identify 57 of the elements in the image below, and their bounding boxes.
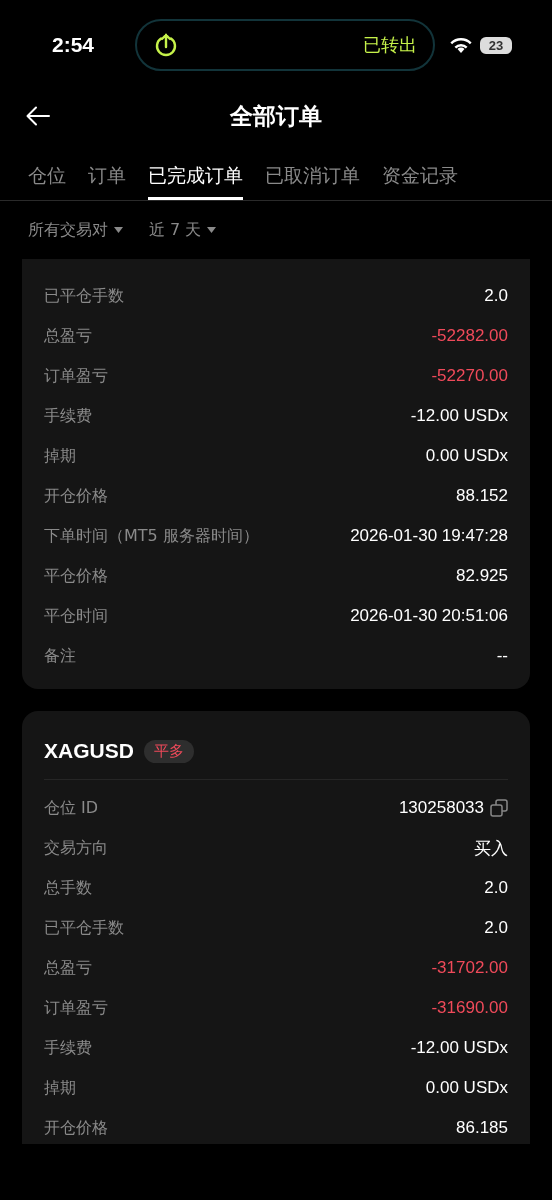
field-value: -- xyxy=(496,646,508,666)
field-value: 2.0 xyxy=(484,286,508,306)
tab[interactable]: 资金记录 xyxy=(382,159,458,200)
field-value: 2.0 xyxy=(484,878,508,898)
copy-icon[interactable] xyxy=(490,799,508,817)
caret-icon xyxy=(114,227,123,233)
battery-level: 23 xyxy=(480,36,512,54)
field-label: 总盈亏 xyxy=(44,325,92,347)
activity-status: 已转出 xyxy=(363,33,417,57)
field-value: -31702.00 xyxy=(431,958,508,978)
clock-time: 2:54 xyxy=(52,33,96,57)
field-label: 手续费 xyxy=(44,1037,92,1059)
field-value: 82.925 xyxy=(456,566,508,586)
field-value: 0.00 USDx xyxy=(425,1078,508,1098)
filter-dropdown[interactable]: 近 7 天 xyxy=(149,219,217,241)
filter-dropdown[interactable]: 所有交易对 xyxy=(28,219,123,241)
field-value: 买入 xyxy=(474,837,508,860)
field-label: 平仓时间 xyxy=(44,605,108,627)
field-label: 已平仓手数 xyxy=(44,917,124,939)
field-label: 平仓价格 xyxy=(44,565,108,587)
field-label: 已平仓手数 xyxy=(44,285,124,307)
field-value: -52282.00 xyxy=(431,326,508,346)
upload-icon xyxy=(153,32,179,58)
tab[interactable]: 已取消订单 xyxy=(265,159,360,200)
tab[interactable]: 仓位 xyxy=(28,159,66,200)
field-value: -31690.00 xyxy=(431,998,508,1018)
field-label: 订单盈亏 xyxy=(44,365,108,387)
page-title: 全部订单 xyxy=(230,102,322,129)
field-value: 2.0 xyxy=(484,918,508,938)
field-value: 86.185 xyxy=(456,1118,508,1138)
field-label: 备注 xyxy=(44,645,76,667)
field-value: -12.00 USDx xyxy=(410,1038,508,1058)
field-value: 88.152 xyxy=(456,486,508,506)
field-label: 掉期 xyxy=(44,1077,76,1099)
field-label: 交易方向 xyxy=(44,837,108,859)
field-value: 0.00 USDx xyxy=(425,446,508,466)
tab[interactable]: 已完成订单 xyxy=(148,159,243,200)
back-arrow-icon[interactable] xyxy=(26,106,50,126)
symbol-name: XAGUSD xyxy=(44,739,134,763)
field-label: 开仓价格 xyxy=(44,1117,108,1139)
field-label: 订单盈亏 xyxy=(44,997,108,1019)
field-label: 手续费 xyxy=(44,405,92,427)
field-label: 总手数 xyxy=(44,877,92,899)
field-label: 掉期 xyxy=(44,445,76,467)
field-label: 总盈亏 xyxy=(44,957,92,979)
field-label: 下单时间（MT5 服务器时间） xyxy=(44,525,259,547)
field-label: 仓位 ID xyxy=(44,797,99,819)
field-value: -52270.00 xyxy=(431,366,508,386)
field-value: 130258033 xyxy=(398,798,484,818)
tab[interactable]: 订单 xyxy=(88,159,126,200)
wifi-icon xyxy=(450,37,472,53)
field-value: -12.00 USDx xyxy=(410,406,508,426)
field-value: 2026-01-30 19:47:28 xyxy=(350,526,508,546)
direction-tag: 平多 xyxy=(143,739,194,763)
caret-icon xyxy=(207,227,217,233)
field-label: 开仓价格 xyxy=(44,485,108,507)
field-value: 2026-01-30 20:51:06 xyxy=(350,606,508,626)
